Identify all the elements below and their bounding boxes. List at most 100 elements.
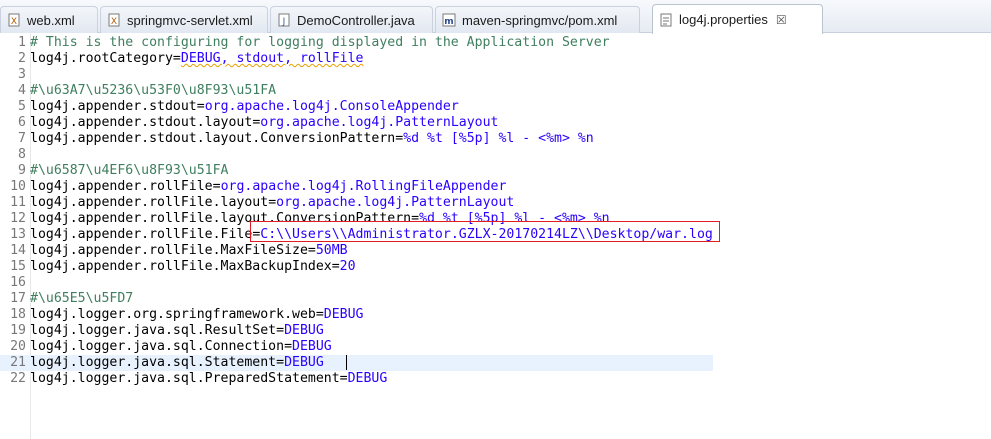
- code-text: log4j.appender.stdout.layout.ConversionP…: [30, 131, 594, 147]
- tab-label: maven-springmvc/pom.xml: [462, 12, 618, 28]
- property-key: log4j.appender.rollFile.layout.Conversio…: [30, 211, 412, 226]
- code-text: #\u65E5\u5FD7: [30, 291, 133, 307]
- editor-tab-bar: X web.xml X springmvc-servlet.xml J Demo…: [0, 0, 991, 34]
- equals-sign: =: [339, 371, 348, 386]
- line-number: 18: [10, 307, 26, 322]
- code-text: log4j.logger.java.sql.PreparedStatement=…: [30, 371, 387, 387]
- code-text: log4j.appender.rollFile.layout.Conversio…: [30, 211, 610, 227]
- code-text: log4j.appender.stdout=org.apache.log4j.C…: [30, 99, 459, 115]
- code-line[interactable]: 13 log4j.appender.rollFile.File=C:\\Users…: [0, 227, 713, 243]
- line-number: 6: [18, 115, 26, 130]
- property-value: DEBUG: [284, 323, 324, 338]
- code-line[interactable]: 22 log4j.logger.java.sql.PreparedStatemen…: [0, 371, 713, 387]
- tab-log4j-properties[interactable]: log4j.properties ☒: [652, 4, 823, 34]
- xml-file-icon: X: [107, 13, 121, 27]
- line-number: 7: [18, 131, 26, 146]
- property-value: DEBUG: [347, 371, 388, 386]
- comment-text: #\u63A7\u5236\u53F0\u8F93\u51FA: [30, 83, 277, 98]
- code-line[interactable]: 5 log4j.appender.stdout=org.apache.log4j.…: [0, 99, 713, 115]
- comment-text: #\u6587\u4EF6\u8F93\u51FA: [30, 163, 229, 178]
- code-line[interactable]: 12 log4j.appender.rollFile.layout.Convers…: [0, 211, 713, 227]
- code-line[interactable]: 15 log4j.appender.rollFile.MaxBackupIndex…: [0, 259, 713, 275]
- property-key: log4j.appender.rollFile.layout: [30, 195, 269, 210]
- code-text: #\u63A7\u5236\u53F0\u8F93\u51FA: [30, 83, 276, 99]
- comment-text: #\u65E5\u5FD7: [30, 291, 134, 306]
- code-text: log4j.appender.rollFile.MaxBackupIndex=2…: [30, 259, 356, 275]
- code-line[interactable]: 10 log4j.appender.rollFile=org.apache.log…: [0, 179, 713, 195]
- close-icon[interactable]: ☒: [776, 13, 787, 27]
- property-value: 50MB: [315, 243, 348, 258]
- code-text: #\u6587\u4EF6\u8F93\u51FA: [30, 163, 229, 179]
- property-value: C:\\Users\\Administrator.GZLX-20170214LZ…: [260, 227, 713, 242]
- code-text: log4j.logger.java.sql.Connection=DEBUG: [30, 339, 332, 355]
- line-number: 20: [10, 339, 26, 354]
- code-line[interactable]: 16: [0, 275, 713, 291]
- property-key: log4j.appender.stdout: [30, 99, 197, 114]
- code-text: log4j.logger.java.sql.ResultSet=DEBUG: [30, 323, 324, 339]
- tab-democontroller-java[interactable]: J DemoController.java: [270, 6, 433, 33]
- property-key: log4j.appender.rollFile.File: [30, 227, 253, 242]
- line-number: 17: [10, 291, 26, 306]
- equals-sign: =: [196, 99, 205, 114]
- equals-sign: =: [307, 243, 316, 258]
- line-number: 1: [18, 35, 26, 50]
- line-number: 9: [18, 163, 26, 178]
- tab-label: springmvc-servlet.xml: [127, 12, 253, 28]
- property-value: org.apache.log4j.ConsoleAppender: [204, 99, 459, 114]
- code-text: # This is the configuring for logging di…: [30, 35, 610, 51]
- tab-label: web.xml: [27, 12, 75, 28]
- code-text: log4j.appender.stdout.layout=org.apache.…: [30, 115, 498, 131]
- tab-maven-pom-xml[interactable]: m maven-springmvc/pom.xml: [435, 6, 640, 33]
- code-line[interactable]: 14 log4j.appender.rollFile.MaxFileSize=50…: [0, 243, 713, 259]
- properties-editor[interactable]: 1 # This is the configuring for logging d…: [0, 33, 991, 439]
- property-key: log4j.logger.java.sql.Statement: [30, 355, 277, 370]
- code-line[interactable]: 7 log4j.appender.stdout.layout.Conversion…: [0, 131, 713, 147]
- property-value: org.apache.log4j.PatternLayout: [260, 115, 499, 130]
- code-text: log4j.logger.java.sql.Statement=DEBUG: [30, 355, 324, 371]
- property-key: log4j.logger.java.sql.PreparedStatement: [30, 371, 340, 386]
- property-key: log4j.appender.stdout.layout: [30, 115, 253, 130]
- code-line[interactable]: 19 log4j.logger.java.sql.ResultSet=DEBUG: [0, 323, 713, 339]
- code-line[interactable]: 1 # This is the configuring for logging d…: [0, 35, 713, 51]
- tab-web-xml[interactable]: X web.xml: [0, 6, 98, 33]
- line-number: 14: [10, 243, 26, 258]
- equals-sign: =: [276, 355, 285, 370]
- code-line[interactable]: 2 log4j.rootCategory=DEBUG, stdout, rollF…: [0, 51, 713, 67]
- tab-label: log4j.properties: [679, 12, 768, 27]
- property-key: log4j.appender.rollFile.MaxFileSize: [30, 243, 308, 258]
- tab-springmvc-servlet-xml[interactable]: X springmvc-servlet.xml: [100, 6, 268, 33]
- line-number: 2: [18, 51, 26, 66]
- code-line[interactable]: 3: [0, 67, 713, 83]
- code-line[interactable]: 9 #\u6587\u4EF6\u8F93\u51FA: [0, 163, 713, 179]
- line-number: 19: [10, 323, 26, 338]
- property-key: log4j.logger.org.springframework.web: [30, 307, 316, 322]
- property-value: 20: [339, 259, 356, 274]
- code-line[interactable]: 6 log4j.appender.stdout.layout=org.apache…: [0, 115, 713, 131]
- editor-lines[interactable]: 1 # This is the configuring for logging d…: [0, 35, 713, 387]
- line-number: 4: [18, 83, 26, 98]
- code-line[interactable]: 4 #\u63A7\u5236\u53F0\u8F93\u51FA: [0, 83, 713, 99]
- line-number: 22: [10, 371, 26, 386]
- property-value: DEBUG: [292, 339, 332, 354]
- line-number: 5: [18, 99, 26, 114]
- code-text: log4j.appender.rollFile.File=C:\\Users\\…: [30, 227, 713, 243]
- property-value: org.apache.log4j.PatternLayout: [276, 195, 515, 210]
- property-value: %d %t [%5p] %l - <%m> %n: [403, 131, 594, 146]
- code-line[interactable]: 17 #\u65E5\u5FD7: [0, 291, 713, 307]
- line-number: 13: [10, 227, 26, 242]
- property-key: log4j.appender.stdout.layout.ConversionP…: [30, 131, 396, 146]
- svg-text:X: X: [111, 17, 117, 27]
- code-line[interactable]: 20 log4j.logger.java.sql.Connection=DEBUG: [0, 339, 713, 355]
- property-key: log4j.appender.rollFile: [30, 179, 213, 194]
- line-number: 10: [10, 179, 26, 194]
- code-line[interactable]: 21 log4j.logger.java.sql.Statement=DEBUG: [0, 355, 713, 371]
- property-value: DEBUG: [323, 307, 364, 322]
- line-number: 11: [10, 195, 26, 210]
- line-number: 21: [10, 355, 26, 370]
- equals-sign: =: [212, 179, 221, 194]
- code-line[interactable]: 18 log4j.logger.org.springframework.web=D…: [0, 307, 713, 323]
- code-line[interactable]: 8: [0, 147, 713, 163]
- line-number: 3: [18, 67, 26, 82]
- code-line[interactable]: 11 log4j.appender.rollFile.layout=org.apa…: [0, 195, 713, 211]
- equals-sign: =: [331, 259, 340, 274]
